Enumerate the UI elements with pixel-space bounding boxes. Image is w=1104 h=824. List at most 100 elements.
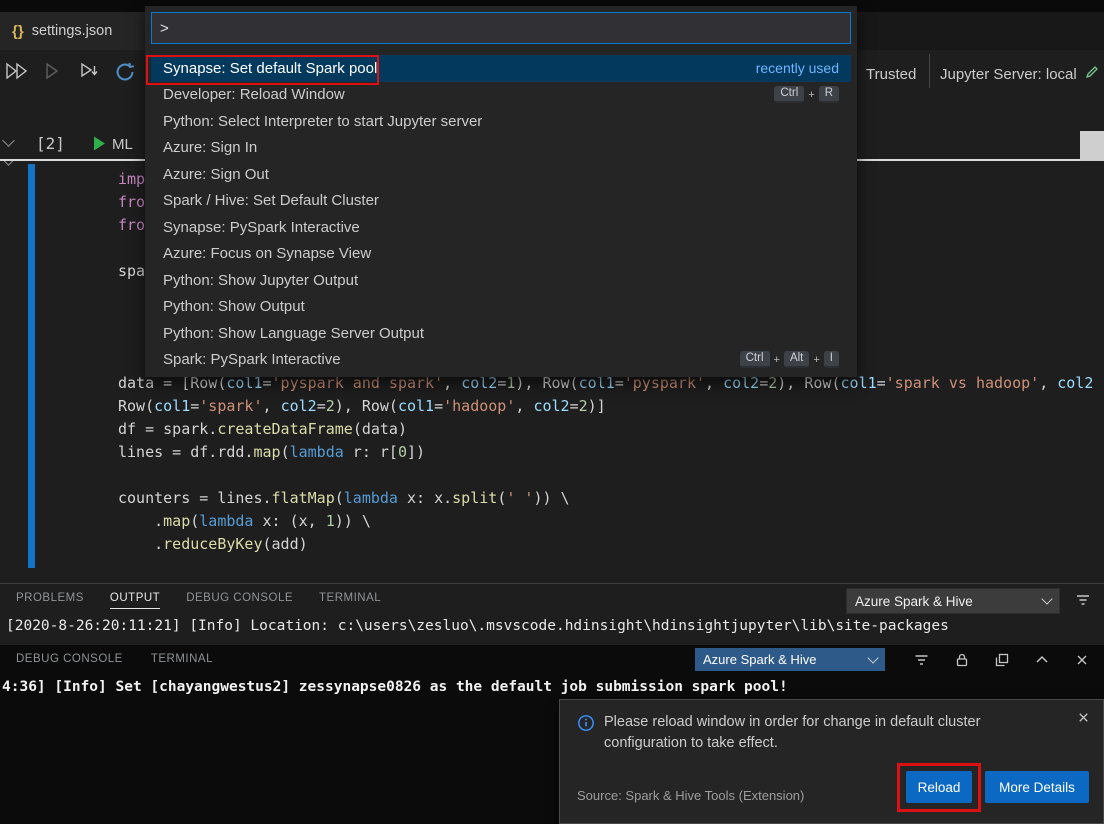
- close-icon[interactable]: [1076, 710, 1091, 730]
- panel-tab-debug-console[interactable]: DEBUG CONSOLE: [16, 653, 123, 669]
- command-item[interactable]: Python: Select Interpreter to start Jupy…: [151, 108, 851, 135]
- command-input[interactable]: [151, 12, 851, 44]
- lock-icon[interactable]: [954, 652, 970, 668]
- json-braces-icon: {}: [12, 23, 24, 40]
- notification-toast: Please reload window in order for change…: [559, 699, 1104, 824]
- command-item-label: Developer: Reload Window: [163, 86, 345, 103]
- command-item[interactable]: Python: Show Jupyter Output: [151, 267, 851, 294]
- filter-icon[interactable]: [913, 652, 930, 668]
- collapse-panel-icon[interactable]: [1034, 652, 1050, 668]
- command-list: Synapse: Set default Spark poolrecently …: [151, 55, 851, 373]
- run-all-icon[interactable]: [4, 60, 30, 87]
- code-fragments: impfrofro spa: [118, 168, 145, 283]
- restart-kernel-icon[interactable]: [114, 61, 136, 88]
- command-item-label: Python: Select Interpreter to start Jupy…: [163, 113, 482, 130]
- code-token: 2: [326, 397, 335, 415]
- code-token: 'spark vs hadoop': [886, 374, 1040, 392]
- code-token: df = spark.: [118, 420, 217, 438]
- code-token: =: [317, 397, 326, 415]
- code-token: lines = df.rdd.: [118, 443, 253, 461]
- code-line: .map(lambda x: (x, 1)) \: [118, 510, 1104, 533]
- key-chip: Ctrl: [774, 86, 804, 103]
- output-channel-dropdown[interactable]: Azure Spark & Hive: [846, 588, 1060, 614]
- cell-focus-bar: [28, 164, 35, 568]
- code-token: lambda: [344, 489, 398, 507]
- code-lines[interactable]: data = [Row(col1='pyspark and spark', co…: [118, 372, 1104, 556]
- code-line: Row(col1='spark', col2=2), Row(col1='had…: [118, 395, 1104, 418]
- command-item[interactable]: Spark / Hive: Set Default Cluster: [151, 188, 851, 215]
- scrollbar-thumb[interactable]: [1080, 131, 1104, 161]
- panel-tab-debug-console[interactable]: DEBUG CONSOLE: [186, 592, 293, 609]
- run-icon[interactable]: [42, 60, 62, 87]
- run-cell-icon[interactable]: [92, 135, 107, 157]
- output-log-line: [2020-8-26:20:11:21] [Info] Location: c:…: [6, 618, 949, 634]
- lower-channel-dropdown[interactable]: Azure Spark & Hive: [695, 648, 885, 671]
- jupyter-server-label: Jupyter Server: local: [940, 66, 1077, 83]
- command-item[interactable]: Azure: Focus on Synapse View: [151, 241, 851, 268]
- filter-icon[interactable]: [1074, 592, 1092, 613]
- command-item[interactable]: Developer: Reload WindowCtrl+R: [151, 82, 851, 109]
- code-token: spa: [118, 262, 145, 280]
- lower-channel-label: Azure Spark & Hive: [703, 652, 816, 667]
- plus-separator: +: [774, 354, 780, 366]
- command-item[interactable]: Azure: Sign In: [151, 135, 851, 162]
- panel-tab-terminal[interactable]: TERMINAL: [151, 653, 213, 669]
- command-item[interactable]: Synapse: PySpark Interactive: [151, 214, 851, 241]
- code-token: lambda: [290, 443, 344, 461]
- code-line: spa: [118, 260, 145, 283]
- notification-source: Source: Spark & Hive Tools (Extension): [577, 788, 804, 803]
- code-token: lambda: [199, 512, 253, 530]
- code-token: (: [190, 512, 199, 530]
- edit-server-icon[interactable]: [1084, 64, 1100, 84]
- split-panel-icon[interactable]: [994, 652, 1010, 668]
- code-token: r: r[: [344, 443, 398, 461]
- code-token: =: [190, 397, 199, 415]
- code-token: 2: [579, 397, 588, 415]
- command-item-label: Python: Show Language Server Output: [163, 325, 424, 342]
- key-chip: Ctrl: [740, 351, 770, 368]
- code-line: fro: [118, 191, 145, 214]
- tab-settings-json[interactable]: {} settings.json: [0, 12, 150, 50]
- code-line: lines = df.rdd.map(lambda r: r[0]): [118, 441, 1104, 464]
- command-item-label: Spark: PySpark Interactive: [163, 351, 341, 368]
- run-below-icon[interactable]: [78, 60, 100, 87]
- code-token: .: [118, 535, 163, 553]
- command-item[interactable]: Azure: Sign Out: [151, 161, 851, 188]
- code-token: ' ': [506, 489, 533, 507]
- code-token: ,: [515, 397, 533, 415]
- code-token: (data): [353, 420, 407, 438]
- code-token: Row(: [118, 397, 154, 415]
- panel-tabs: PROBLEMS OUTPUT DEBUG CONSOLE TERMINAL: [16, 592, 381, 609]
- code-token: (add): [263, 535, 308, 553]
- code-line: counters = lines.flatMap(lambda x: x.spl…: [118, 487, 1104, 510]
- command-item[interactable]: Python: Show Output: [151, 294, 851, 321]
- code-token: map: [253, 443, 280, 461]
- code-line: fro: [118, 214, 145, 237]
- output-channel-label: Azure Spark & Hive: [855, 594, 973, 609]
- debug-log-line: 4:36] [Info] Set [chayangwestus2] zessyn…: [2, 679, 788, 695]
- close-panel-icon[interactable]: [1074, 652, 1090, 668]
- panel-tab-terminal[interactable]: TERMINAL: [319, 592, 381, 609]
- code-token: ), Row(: [335, 397, 398, 415]
- panel-tab-output[interactable]: OUTPUT: [110, 592, 160, 609]
- cell-collapse-icon[interactable]: [2, 134, 15, 147]
- jupyter-server-status[interactable]: Jupyter Server: local: [940, 60, 1100, 88]
- command-item[interactable]: Python: Show Language Server Output: [151, 320, 851, 347]
- panel-tab-problems[interactable]: PROBLEMS: [16, 592, 84, 609]
- code-token: x: (x,: [253, 512, 325, 530]
- code-token: 'spark': [199, 397, 262, 415]
- code-token: (: [281, 443, 290, 461]
- toolbar-separator: [929, 54, 930, 88]
- command-item[interactable]: Synapse: Set default Spark poolrecently …: [151, 55, 851, 82]
- code-line: df = spark.createDataFrame(data): [118, 418, 1104, 441]
- command-item-label: Synapse: PySpark Interactive: [163, 219, 360, 236]
- code-token: createDataFrame: [217, 420, 352, 438]
- code-token: =: [570, 397, 579, 415]
- reload-button[interactable]: Reload: [906, 771, 972, 803]
- code-token: col2: [1057, 374, 1093, 392]
- keybinding: Ctrl+Alt+I: [740, 351, 839, 368]
- command-item[interactable]: Spark: PySpark InteractiveCtrl+Alt+I: [151, 347, 851, 374]
- lower-panel-actions: [913, 648, 1090, 671]
- more-details-button[interactable]: More Details: [985, 771, 1089, 803]
- code-token: map: [163, 512, 190, 530]
